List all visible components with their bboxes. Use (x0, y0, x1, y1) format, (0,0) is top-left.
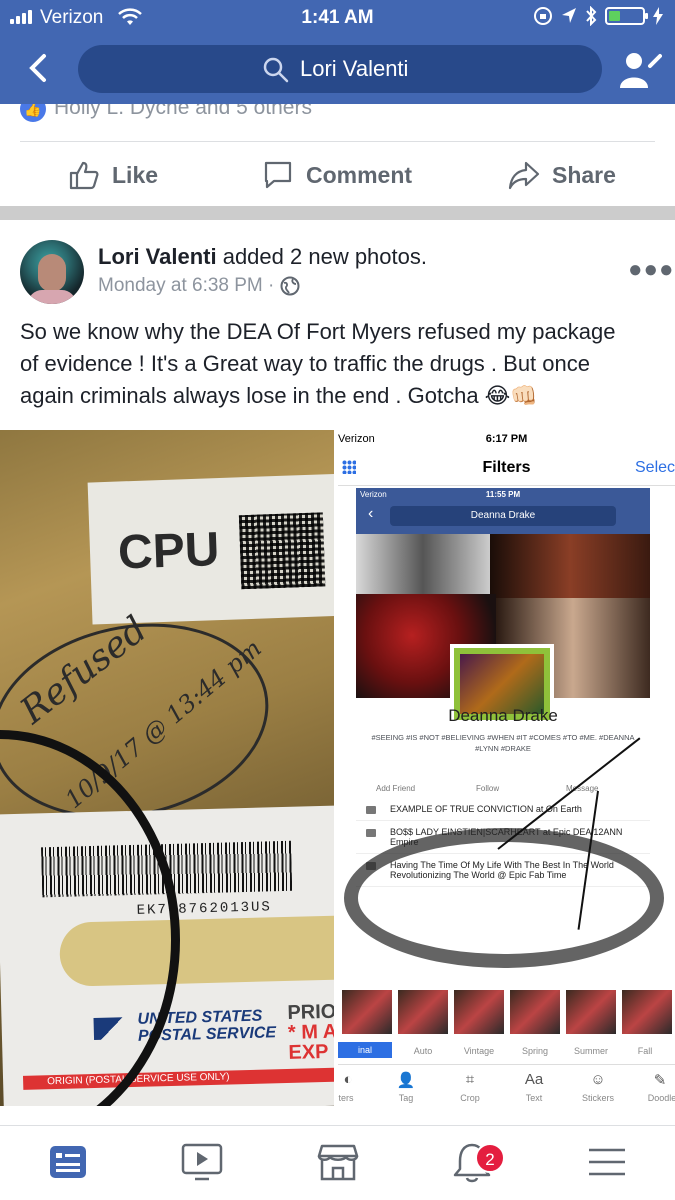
cpu-label: CPU (87, 473, 334, 625)
cpu-text: CPU (117, 523, 221, 580)
globe-icon (280, 276, 300, 296)
post-timestamp[interactable]: Monday at 6:38 PM · (98, 275, 274, 297)
tool-label: Text (525, 1093, 543, 1103)
back-button[interactable] (26, 50, 56, 86)
select-link: Selec (635, 459, 675, 476)
screenshot-status-bar: Verizon 6:17 PM (338, 430, 675, 448)
filter-label: Spring (521, 1046, 548, 1056)
priority-line: * M A (287, 1020, 334, 1044)
avatar[interactable] (20, 240, 84, 304)
bluetooth-icon (586, 6, 597, 26)
search-icon (263, 57, 289, 83)
post-action-bar: Like Comment Share (0, 142, 675, 206)
comment-label: Comment (306, 161, 413, 188)
inner-header: Verizon 11:55 PM ‹ Deanna Drake (356, 488, 650, 534)
editor-toolbar: ◐ 👤 ⌗ Aa ☺ ✎ ters Tag Crop Text Stickers… (338, 1064, 675, 1106)
inner-time: 11:55 PM (485, 490, 521, 499)
filters-icon: ◐ (343, 1071, 353, 1088)
search-text: Lori Valenti (300, 56, 409, 81)
more-options-button[interactable]: ●●● (628, 256, 675, 284)
tool-label: ters (338, 1093, 354, 1103)
post-meta: Monday at 6:38 PM · (98, 275, 300, 297)
app-header: Verizon 1:41 AM Lori Valenti (0, 0, 675, 104)
news-feed-tab-icon[interactable] (46, 1140, 90, 1184)
share-button[interactable]: Share (508, 158, 616, 192)
filters-title: Filters (482, 459, 531, 476)
share-label: Share (552, 161, 616, 188)
notification-count-badge: 2 (475, 1143, 505, 1173)
facebook-post-screen: Verizon 1:41 AM Lori Valenti 👍 Holly L. … (0, 0, 675, 1200)
tool-label: Tag (398, 1093, 414, 1103)
priority-line: PRIO (287, 1000, 334, 1024)
inner-profile-name: Deanna Drake (448, 706, 558, 725)
marketplace-tab-icon[interactable] (316, 1140, 360, 1184)
share-icon (508, 161, 540, 190)
post-photo-package[interactable]: CPU Refused 10/9/17 @ 13:44 pm EK7687620… (0, 430, 334, 1106)
inner-back-icon: ‹ (368, 505, 374, 522)
bottom-tab-bar (0, 1125, 675, 1200)
inner-search: Deanna Drake (390, 506, 616, 526)
post-text-line: of evidence ! It's a Great way to traffi… (20, 351, 590, 376)
screenshot-time: 6:17 PM (485, 433, 528, 445)
post-body: So we know why the DEA Of Fort Myers ref… (20, 316, 660, 412)
reaction-summary[interactable]: 👍 Holly L. Dyche and 5 others (0, 104, 675, 134)
status-bar: Verizon 1:41 AM (0, 0, 675, 36)
inner-action: Follow (476, 784, 500, 793)
thumbs-up-icon (69, 161, 99, 190)
post-photo-screenshot[interactable]: Verizon 6:17 PM Filters Selec Verizon 11… (338, 430, 675, 1106)
menu-tab-icon[interactable] (585, 1140, 629, 1184)
scribble-oval (344, 828, 664, 968)
reaction-names: Holly L. Dyche and 5 others (54, 104, 312, 119)
filter-strip: inal Auto Vintage Spring Summer Fall (338, 986, 675, 1058)
crop-icon: ⌗ (465, 1071, 475, 1088)
post-action-text: added 2 new photos. (216, 244, 427, 269)
priority-mail-mark: PRIO * M A EXP (287, 1000, 334, 1064)
filter-label: inal (338, 1042, 392, 1058)
like-label: Like (112, 161, 159, 188)
location-icon (562, 8, 576, 23)
charging-icon (653, 7, 663, 25)
post-text-line: again criminals always lose in the end .… (20, 383, 538, 408)
post-header-text: Lori Valenti added 2 new photos. (98, 244, 427, 270)
tool-label: Crop (460, 1093, 480, 1103)
like-reaction-icon: 👍 (20, 104, 46, 122)
search-bar[interactable]: Lori Valenti (78, 45, 602, 93)
intro-row: EXAMPLE OF TRUE CONVICTION at On Earth (356, 798, 650, 821)
tool-label: Doodle (647, 1093, 675, 1103)
feed-separator (0, 206, 675, 220)
video-tab-icon[interactable] (180, 1140, 224, 1184)
text-icon: Aa (524, 1071, 544, 1088)
author-name[interactable]: Lori Valenti (98, 244, 217, 269)
qr-code (238, 512, 326, 590)
comment-icon (264, 161, 292, 189)
priority-line: EXP (288, 1040, 329, 1064)
filter-label: Auto (413, 1046, 433, 1056)
stickers-icon: ☺ (590, 1071, 606, 1088)
inner-actions: Add Friend Follow Message (356, 766, 650, 796)
edit-profile-icon[interactable] (618, 50, 662, 90)
filter-label: Vintage (463, 1046, 495, 1056)
tool-label: Stickers (581, 1093, 614, 1103)
orientation-lock-icon (534, 7, 552, 25)
inner-hashtags: #SEEING #IS #NOT #BELIEVING #WHEN #IT #C… (371, 733, 635, 753)
cover-collage (356, 534, 650, 724)
filters-nav: Filters Selec (338, 450, 675, 486)
inner-action: Add Friend (376, 784, 416, 793)
comment-button[interactable]: Comment (262, 158, 412, 192)
like-button[interactable]: Like (68, 158, 158, 192)
tag-icon: 👤 (396, 1072, 416, 1089)
filter-label: Fall (637, 1046, 653, 1056)
doodle-icon: ✎ (653, 1072, 667, 1089)
chevron-left-icon (29, 54, 46, 82)
post-text-line: So we know why the DEA Of Fort Myers ref… (20, 319, 616, 344)
battery-icon (605, 7, 648, 25)
filter-label: Summer (573, 1046, 608, 1056)
